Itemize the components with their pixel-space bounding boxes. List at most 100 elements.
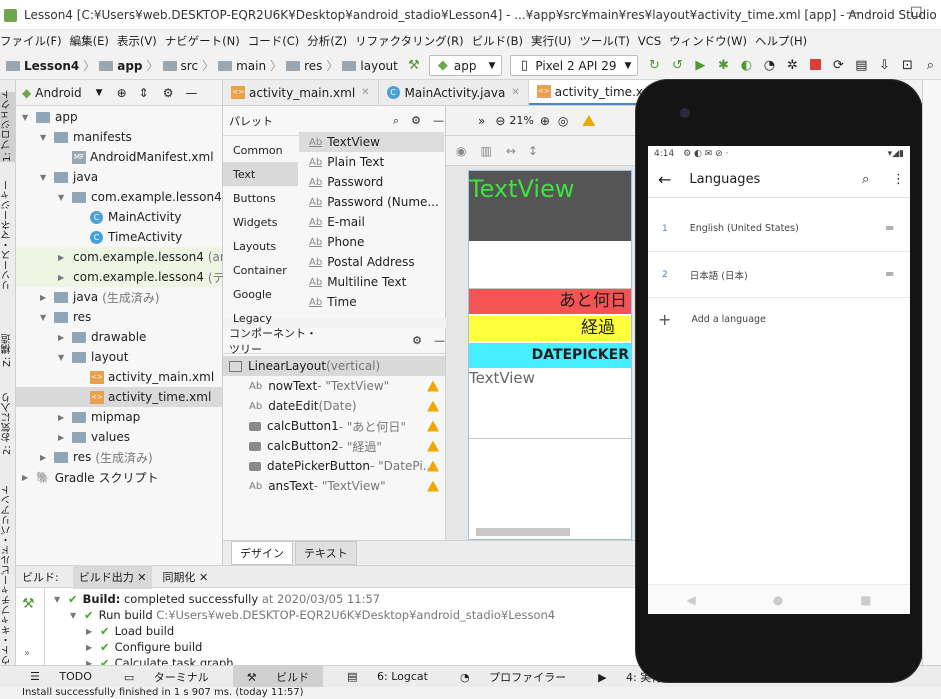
- chevron-right-icon[interactable]: ▶: [58, 273, 64, 282]
- palette-category[interactable]: Layouts: [223, 234, 298, 258]
- warning-icon[interactable]: [582, 115, 596, 126]
- project-tool-tab[interactable]: 1: プロジェクト: [0, 89, 16, 162]
- drag-handle-icon[interactable]: ═: [886, 221, 893, 235]
- tree-row[interactable]: ▼ res: [16, 307, 222, 327]
- warning-icon[interactable]: [427, 440, 439, 452]
- menu-item[interactable]: ヘルプ(H): [755, 33, 813, 49]
- preview-calc-button-1[interactable]: あと何日: [469, 289, 631, 314]
- attach-debugger-icon[interactable]: ✲: [785, 58, 799, 73]
- chevron-right-icon[interactable]: ▶: [58, 333, 68, 342]
- close-icon[interactable]: ✕: [361, 87, 369, 98]
- menu-item[interactable]: ファイル(F): [0, 33, 68, 49]
- palette-category[interactable]: Text: [223, 162, 298, 186]
- tree-row[interactable]: ▼ java: [16, 167, 222, 187]
- chevron-down-icon[interactable]: ▼: [58, 193, 68, 202]
- palette-category[interactable]: Buttons: [223, 186, 298, 210]
- bottom-tool-4[interactable]: ◔ プロファイラー: [452, 669, 574, 685]
- tree-row[interactable]: ▼ com.example.lesson4: [16, 187, 222, 207]
- language-row[interactable]: 1 English (United States) ═: [648, 206, 910, 252]
- warning-icon[interactable]: [427, 420, 439, 432]
- run-icon[interactable]: ▶: [693, 58, 707, 73]
- chevron-right-icon[interactable]: ▶: [40, 293, 50, 302]
- horizontal-resize-icon[interactable]: ↔: [506, 144, 516, 158]
- tree-row[interactable]: ▶com.example.lesson4(テスト): [16, 267, 253, 287]
- blueprint-icon[interactable]: ▥: [480, 144, 491, 158]
- chevron-right-icon[interactable]: ▶: [40, 453, 50, 462]
- palette-item[interactable]: Ab Multiline Text: [299, 272, 444, 292]
- breadcrumb-item[interactable]: app: [117, 59, 142, 73]
- palette-category[interactable]: Google: [223, 282, 298, 306]
- preview-date-edit[interactable]: [469, 241, 631, 289]
- menu-item[interactable]: ナビゲート(N): [165, 33, 246, 49]
- bottom-tool-3[interactable]: ▤ 6: Logcat: [339, 670, 436, 683]
- tree-row[interactable]: ▶ java (生成済み): [16, 287, 222, 307]
- preview-calc-button-2[interactable]: 経過: [469, 316, 631, 341]
- menu-item[interactable]: コード(C): [248, 33, 306, 49]
- layout-inspector-icon[interactable]: ⊡: [900, 58, 914, 73]
- expand-icon[interactable]: »: [24, 648, 30, 659]
- component-row[interactable]: Ab ansText - "TextView": [223, 476, 445, 496]
- zoom-in-icon[interactable]: ⊕: [540, 114, 550, 128]
- maximize-icon[interactable]: ☐: [910, 5, 923, 21]
- close-icon[interactable]: ✕: [137, 571, 146, 584]
- bottom-tool-1[interactable]: ▭ ターミナル: [116, 669, 217, 685]
- tree-root-linearlayout[interactable]: LinearLayout (vertical): [223, 356, 445, 376]
- tree-row[interactable]: ▶ values: [16, 427, 222, 447]
- breadcrumb-item[interactable]: layout: [360, 59, 397, 73]
- drag-handle-icon[interactable]: ═: [886, 267, 893, 281]
- hammer-icon[interactable]: ⚒: [22, 596, 35, 612]
- back-arrow-icon[interactable]: ←: [658, 170, 671, 189]
- module-select[interactable]: ◆ app ▼: [428, 55, 503, 76]
- eye-icon[interactable]: ◉: [456, 144, 466, 158]
- gear-icon[interactable]: ⚙: [412, 334, 422, 347]
- target-icon[interactable]: ⊕: [117, 86, 127, 100]
- close-icon[interactable]: ✕: [199, 571, 208, 584]
- palette-item[interactable]: Ab Password: [299, 172, 444, 192]
- editor-tab[interactable]: <> activity_main.xml ✕: [223, 80, 379, 105]
- bottom-tool-0[interactable]: ☰ TODO: [22, 670, 100, 683]
- build-step-row[interactable]: ▶ ✔ Configure build: [86, 639, 202, 655]
- preview-textview-top[interactable]: TextView: [469, 171, 631, 241]
- search-icon[interactable]: ⌕: [393, 114, 399, 128]
- tree-row[interactable]: ▼ layout: [16, 347, 222, 367]
- nav-back-icon[interactable]: ◀: [686, 593, 695, 607]
- nav-home-icon[interactable]: ●: [773, 593, 783, 607]
- tree-row[interactable]: <> activity_time.xml: [16, 387, 222, 407]
- tree-row[interactable]: MF AndroidManifest.xml: [16, 147, 222, 167]
- vertical-resize-icon[interactable]: ↕: [528, 144, 538, 158]
- tab-sync[interactable]: 同期化 ✕: [162, 569, 208, 585]
- palette-category[interactable]: Common: [223, 138, 298, 162]
- structure-tab[interactable]: Z: 構造: [0, 312, 16, 367]
- preview-datepicker-button[interactable]: DATEPICKER: [469, 343, 631, 368]
- palette-item[interactable]: Ab Time: [299, 292, 444, 312]
- resource-manager-tab[interactable]: リソース・マネージャー: [0, 180, 16, 290]
- chevron-down-icon[interactable]: ▼: [40, 133, 50, 142]
- chevron-right-icon[interactable]: ▶: [86, 643, 96, 652]
- tree-row[interactable]: ▶ mipmap: [16, 407, 222, 427]
- chevron-right-icon[interactable]: ▶: [58, 413, 68, 422]
- build-step-row[interactable]: ▶ ✔ Load build: [86, 623, 174, 639]
- apply-changes-icon[interactable]: ↻: [647, 58, 661, 73]
- bottom-tool-2[interactable]: ⚒ ビルド: [232, 665, 324, 688]
- palette-item[interactable]: Ab Plain Text: [299, 152, 444, 172]
- palette-item[interactable]: Ab E-mail: [299, 212, 444, 232]
- component-row[interactable]: calcButton2- "経過": [223, 436, 445, 456]
- palette-category[interactable]: Widgets: [223, 210, 298, 234]
- tree-row[interactable]: C MainActivity: [16, 207, 222, 227]
- chevron-down-icon[interactable]: ▼: [40, 173, 50, 182]
- nav-recents-icon[interactable]: ■: [860, 593, 871, 607]
- tree-row[interactable]: ▶com.example.lesson4(androidTest): [16, 247, 286, 267]
- menu-item[interactable]: 分析(Z): [307, 33, 353, 49]
- tree-row[interactable]: ▼ app: [16, 107, 222, 127]
- menu-item[interactable]: ウィンドウ(W): [669, 33, 753, 49]
- palette-item[interactable]: Ab TextView: [299, 132, 444, 152]
- chevron-down-icon[interactable]: ▼: [58, 353, 68, 362]
- tab-design[interactable]: デザイン: [231, 540, 293, 565]
- component-row[interactable]: datePickerButton - "DatePi...: [223, 456, 445, 476]
- add-language-row[interactable]: + Add a language: [648, 304, 910, 334]
- breadcrumb-item[interactable]: src: [181, 59, 199, 73]
- search-icon[interactable]: ⌕: [923, 58, 937, 73]
- apply-code-icon[interactable]: ↺: [670, 58, 684, 73]
- palette-item[interactable]: Ab Password (Nume...: [299, 192, 444, 212]
- warning-icon[interactable]: [427, 480, 439, 492]
